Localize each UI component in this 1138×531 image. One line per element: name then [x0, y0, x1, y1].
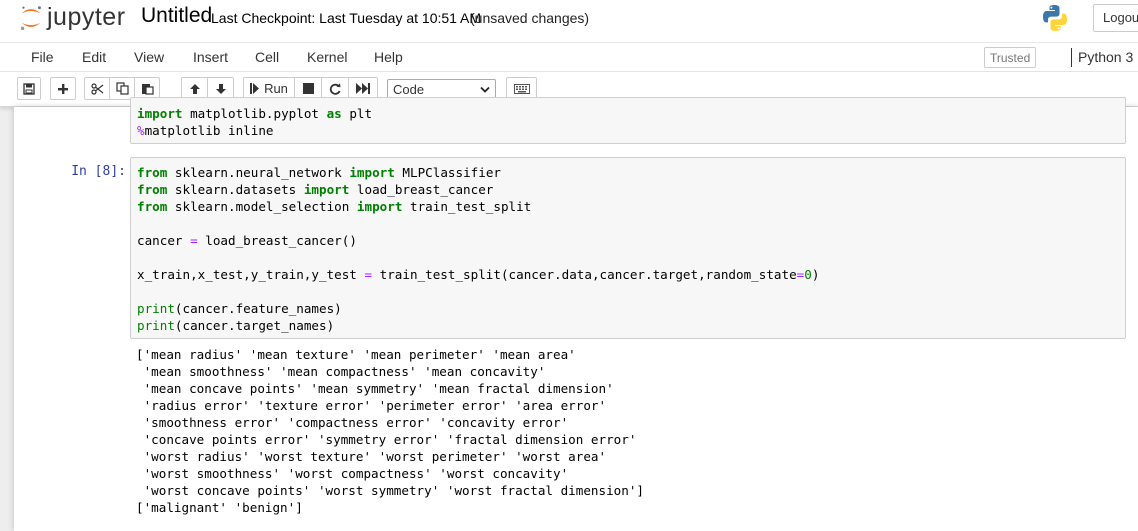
plus-icon	[58, 83, 68, 94]
code-keyword: import	[349, 165, 395, 180]
stop-icon	[302, 83, 314, 94]
fast-forward-icon	[356, 83, 370, 94]
output-line: ['malignant' 'benign']	[136, 500, 303, 515]
code-line: from sklearn.model_selection import trai…	[137, 198, 819, 215]
menu-file[interactable]: File	[31, 49, 54, 65]
kernel-name[interactable]: Python 3	[1078, 49, 1133, 65]
output-line: 'concave points error' 'symmetry error' …	[136, 432, 637, 447]
code-keyword: from	[137, 199, 168, 214]
code-token: x_train,x_test,y_train,y_test	[137, 267, 365, 282]
output-line: 'worst radius' 'worst texture' 'worst pe…	[136, 449, 607, 464]
menu-kernel[interactable]: Kernel	[307, 49, 347, 65]
output-line: 'mean smoothness' 'mean compactness' 'me…	[136, 364, 546, 379]
code-token: load_breast_cancer()	[197, 233, 357, 248]
code-token: sklearn.datasets	[167, 182, 304, 197]
code-token: load_breast_cancer	[349, 182, 494, 197]
checkpoint-status: Last Checkpoint: Last Tuesday at 10:51 A…	[211, 10, 482, 26]
arrow-up-icon	[189, 83, 200, 94]
code-keyword: import	[303, 182, 350, 197]
cut-button[interactable]	[84, 77, 110, 100]
code-token: MLPClassifier	[394, 165, 501, 180]
trusted-indicator[interactable]: Trusted	[984, 47, 1037, 68]
code-line: from sklearn.neural_network import MLPCl…	[137, 164, 819, 181]
output-line: 'mean concave points' 'mean symmetry' 'm…	[136, 381, 614, 396]
code-line: from sklearn.datasets import load_breast…	[137, 181, 819, 198]
insert-cell-button[interactable]	[50, 77, 76, 100]
save-icon	[23, 82, 35, 95]
code-token: (cancer.target_names)	[174, 318, 335, 333]
chevron-down-icon	[480, 86, 490, 93]
copy-icon	[115, 82, 129, 95]
kernel-separator	[1071, 48, 1072, 67]
autosave-status: (unsaved changes)	[470, 10, 590, 26]
code-token: matplotlib.pyplot	[182, 106, 327, 121]
menu-cell[interactable]: Cell	[255, 49, 279, 65]
menu-insert[interactable]: Insert	[193, 49, 228, 65]
code-line: x_train,x_test,y_train,y_test = train_te…	[137, 266, 819, 283]
jupyter-logo-text[interactable]: jupyter	[47, 3, 126, 32]
code-token: %	[137, 123, 145, 138]
cell-output: ['mean radius' 'mean texture' 'mean peri…	[136, 346, 644, 516]
code-cell-1-input[interactable]: import matplotlib.pyplot as plt %matplotl…	[130, 97, 1126, 144]
code-token: print	[137, 318, 175, 333]
arrow-down-icon	[215, 83, 226, 94]
code-token: )	[811, 267, 820, 282]
code-token: cancer	[137, 233, 191, 248]
cell-type-value: Code	[393, 82, 425, 97]
step-forward-icon	[250, 83, 260, 94]
menubar: File Edit View Insert Cell Kernel Help T…	[0, 42, 1138, 72]
code-editor[interactable]: from sklearn.neural_network import MLPCl…	[137, 164, 819, 334]
output-line: 'worst concave points' 'worst symmetry' …	[136, 483, 644, 498]
code-token: matplotlib inline	[144, 123, 274, 138]
code-line: %matplotlib inline	[137, 122, 372, 139]
paste-icon	[141, 84, 154, 95]
code-token: 0	[804, 267, 812, 282]
code-keyword: import	[356, 199, 403, 214]
code-token: =	[364, 267, 373, 282]
menu-edit[interactable]: Edit	[82, 49, 106, 65]
code-token: plt	[341, 106, 373, 121]
output-line: 'smoothness error' 'compactness error' '…	[136, 415, 569, 430]
code-line: cancer = load_breast_cancer()	[137, 232, 819, 249]
code-keyword: import	[137, 106, 183, 121]
code-token: sklearn.neural_network	[167, 165, 350, 180]
code-keyword: from	[137, 182, 168, 197]
code-line: print(cancer.target_names)	[137, 317, 819, 334]
notebook-container: import matplotlib.pyplot as plt %matplotl…	[14, 97, 1138, 531]
code-line: print(cancer.feature_names)	[137, 300, 819, 317]
output-line: 'radius error' 'texture error' 'perimete…	[136, 398, 607, 413]
header: jupyter Untitled Last Checkpoint: Last T…	[0, 0, 1138, 42]
python-logo-icon	[1043, 5, 1067, 31]
run-label: Run	[264, 81, 288, 96]
notebook-name[interactable]: Untitled	[141, 4, 212, 28]
code-editor[interactable]: import matplotlib.pyplot as plt %matplotl…	[137, 105, 372, 139]
menu-view[interactable]: View	[134, 49, 164, 65]
code-cell-2-input[interactable]: from sklearn.neural_network import MLPCl…	[130, 157, 1126, 339]
keyboard-icon	[513, 83, 530, 94]
output-line: 'worst smoothness' 'worst compactness' '…	[136, 466, 569, 481]
menu-help[interactable]: Help	[374, 49, 403, 65]
scissors-icon	[90, 82, 103, 95]
refresh-icon	[329, 82, 341, 95]
input-prompt: In [8]:	[71, 164, 126, 179]
code-token: =	[190, 233, 198, 248]
code-token: (cancer.feature_names)	[174, 301, 342, 316]
code-token: sklearn.model_selection	[167, 199, 357, 214]
code-token: train_test_split	[402, 199, 532, 214]
output-line: ['mean radius' 'mean texture' 'mean peri…	[136, 347, 576, 362]
code-token: train_test_split(cancer.data,cancer.targ…	[372, 267, 797, 282]
code-keyword: from	[137, 165, 168, 180]
code-token: print	[137, 301, 175, 316]
save-button[interactable]	[17, 77, 41, 100]
jupyter-logo-icon[interactable]	[18, 3, 44, 33]
logout-button[interactable]: Logout	[1093, 4, 1138, 32]
code-line: import matplotlib.pyplot as plt	[137, 105, 372, 122]
code-keyword: as	[326, 106, 342, 121]
